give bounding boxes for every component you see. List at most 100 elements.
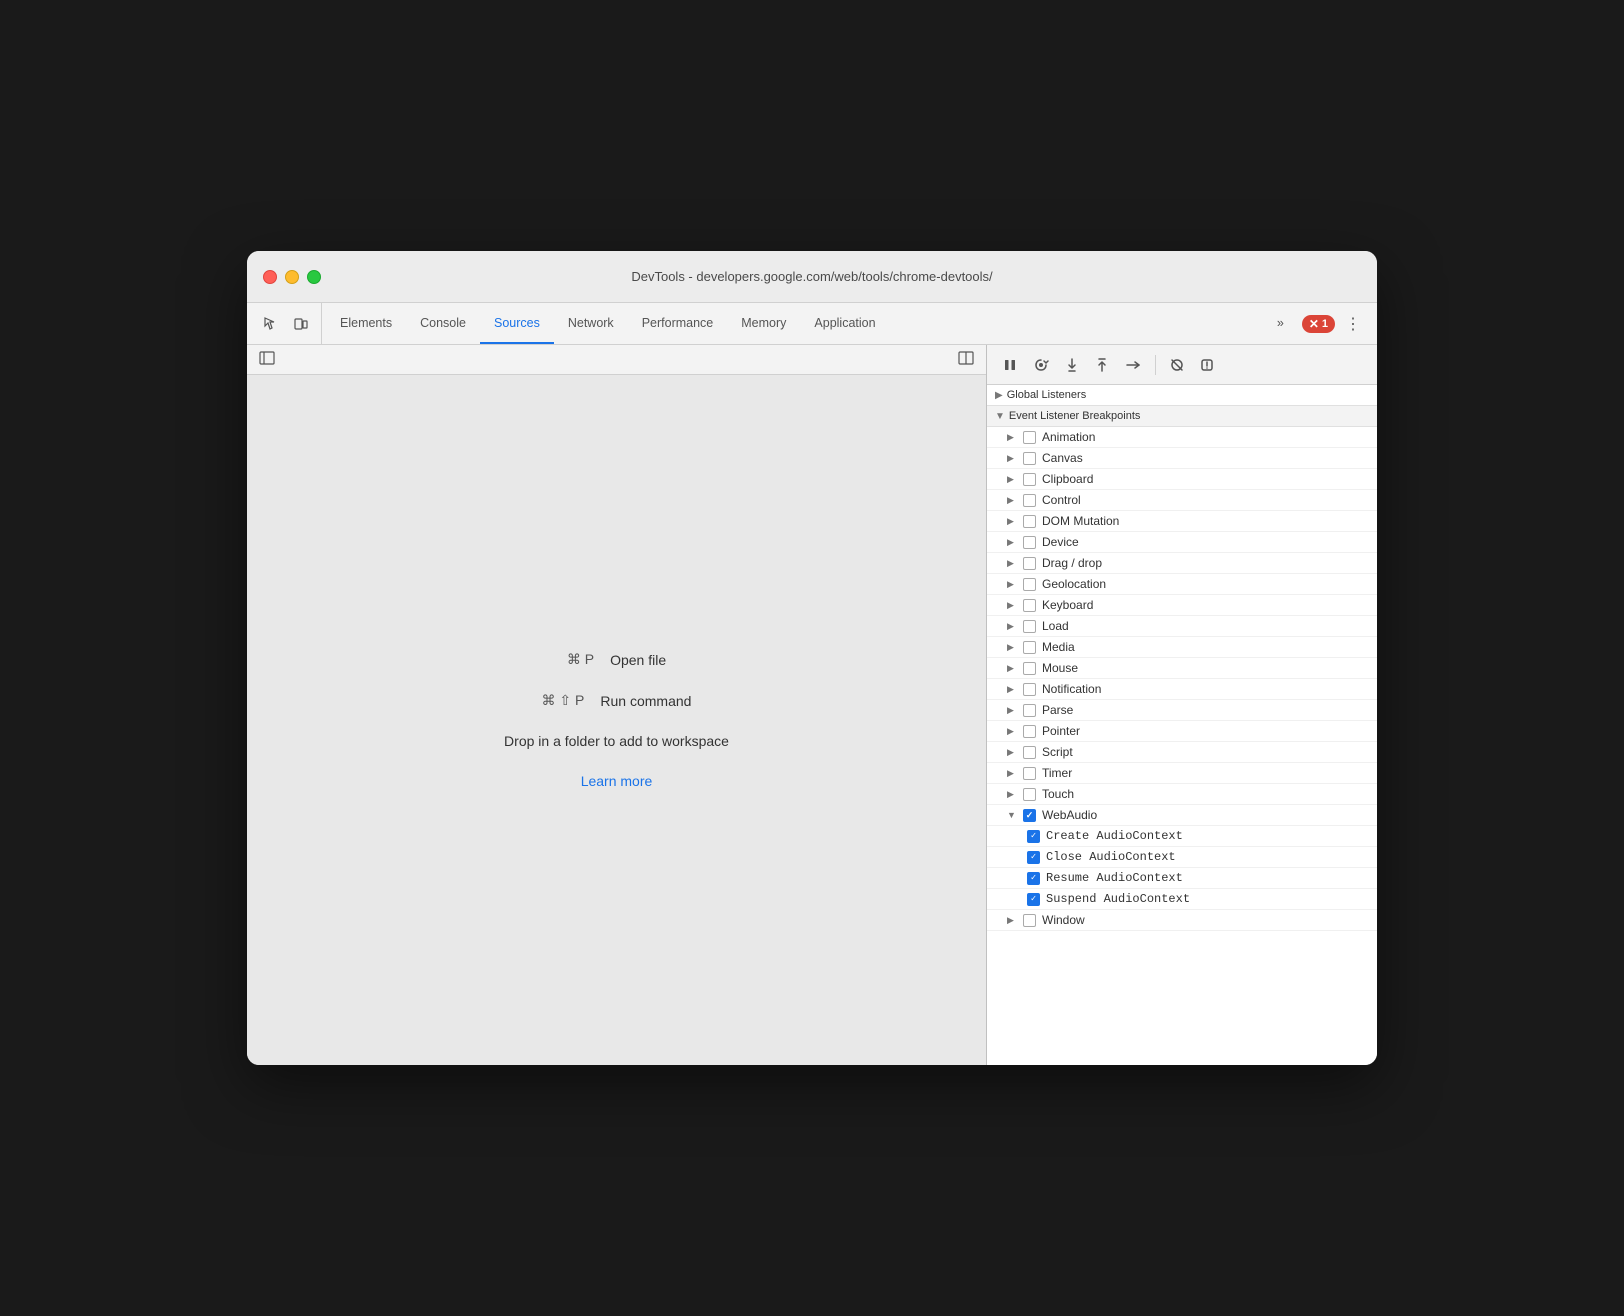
bp-touch-label: Touch — [1042, 787, 1074, 801]
bp-resume-audiocontext[interactable]: Resume AudioContext — [987, 868, 1377, 889]
pause-on-exceptions-button[interactable] — [1194, 354, 1220, 376]
step-button[interactable] — [1119, 354, 1147, 376]
bp-suspend-audiocontext[interactable]: Suspend AudioContext — [987, 889, 1377, 910]
bp-keyboard[interactable]: ▶ Keyboard — [987, 595, 1377, 616]
bp-media[interactable]: ▶ Media — [987, 637, 1377, 658]
step-over-button[interactable] — [1027, 353, 1055, 377]
learn-more-link[interactable]: Learn more — [581, 773, 653, 789]
bp-create-audiocontext[interactable]: Create AudioContext — [987, 826, 1377, 847]
bp-keyboard-checkbox[interactable] — [1023, 599, 1036, 612]
global-listeners-section[interactable]: ▶ Global Listeners — [987, 385, 1377, 406]
bp-canvas-checkbox[interactable] — [1023, 452, 1036, 465]
traffic-lights — [263, 270, 321, 284]
bp-webaudio[interactable]: ▼ WebAudio — [987, 805, 1377, 826]
step-out-button[interactable] — [1089, 354, 1115, 376]
devtools-menu-button[interactable]: ⋮ — [1339, 310, 1367, 338]
more-tabs-button[interactable]: » — [1263, 316, 1298, 332]
bp-control[interactable]: ▶ Control — [987, 490, 1377, 511]
bp-clipboard[interactable]: ▶ Clipboard — [987, 469, 1377, 490]
tab-network[interactable]: Network — [554, 303, 628, 344]
bp-notification-checkbox[interactable] — [1023, 683, 1036, 696]
minimize-button[interactable] — [285, 270, 299, 284]
bp-drag-drop[interactable]: ▶ Drag / drop — [987, 553, 1377, 574]
bp-mouse[interactable]: ▶ Mouse — [987, 658, 1377, 679]
workspace-drop-text: Drop in a folder to add to workspace — [504, 733, 729, 749]
bp-timer-checkbox[interactable] — [1023, 767, 1036, 780]
sources-panel: ⌘ P Open file ⌘ ⇧ P Run command Drop in … — [247, 345, 987, 1065]
bp-touch[interactable]: ▶ Touch — [987, 784, 1377, 805]
bp-dom-mutation-checkbox[interactable] — [1023, 515, 1036, 528]
bp-close-audiocontext-label: Close AudioContext — [1046, 850, 1176, 864]
bp-canvas-label: Canvas — [1042, 451, 1083, 465]
bp-resume-audiocontext-checkbox[interactable] — [1027, 872, 1040, 885]
bp-canvas[interactable]: ▶ Canvas — [987, 448, 1377, 469]
debug-divider — [1155, 355, 1156, 375]
window-title: DevTools - developers.google.com/web/too… — [631, 269, 992, 284]
global-listeners-arrow: ▶ — [995, 390, 1003, 401]
global-listeners-label: Global Listeners — [1007, 389, 1087, 401]
toggle-sidebar-button[interactable] — [255, 349, 279, 370]
device-toolbar-button[interactable] — [289, 312, 313, 336]
bp-close-audiocontext-checkbox[interactable] — [1027, 851, 1040, 864]
bp-window-label: Window — [1042, 913, 1085, 927]
bp-touch-checkbox[interactable] — [1023, 788, 1036, 801]
bp-script-label: Script — [1042, 745, 1073, 759]
tab-performance[interactable]: Performance — [628, 303, 728, 344]
bp-webaudio-checkbox[interactable] — [1023, 809, 1036, 822]
bp-parse[interactable]: ▶ Parse — [987, 700, 1377, 721]
bp-dom-mutation[interactable]: ▶ DOM Mutation — [987, 511, 1377, 532]
bp-suspend-audiocontext-label: Suspend AudioContext — [1046, 892, 1190, 906]
tab-memory[interactable]: Memory — [727, 303, 800, 344]
bp-create-audiocontext-checkbox[interactable] — [1027, 830, 1040, 843]
event-listener-label: Event Listener Breakpoints — [1009, 410, 1140, 422]
split-editor-button[interactable] — [954, 349, 978, 370]
debugger-panel: ▶ Global Listeners ▼ Event Listener Brea… — [987, 345, 1377, 1065]
step-into-button[interactable] — [1059, 354, 1085, 376]
bp-mouse-label: Mouse — [1042, 661, 1078, 675]
bp-script-checkbox[interactable] — [1023, 746, 1036, 759]
bp-timer[interactable]: ▶ Timer — [987, 763, 1377, 784]
bp-geolocation-label: Geolocation — [1042, 577, 1106, 591]
bp-parse-checkbox[interactable] — [1023, 704, 1036, 717]
tab-sources[interactable]: Sources — [480, 303, 554, 344]
titlebar: DevTools - developers.google.com/web/too… — [247, 251, 1377, 303]
bp-animation[interactable]: ▶ Animation — [987, 427, 1377, 448]
bp-media-checkbox[interactable] — [1023, 641, 1036, 654]
bp-suspend-audiocontext-checkbox[interactable] — [1027, 893, 1040, 906]
close-button[interactable] — [263, 270, 277, 284]
bp-window[interactable]: ▶ Window — [987, 910, 1377, 931]
inspect-element-button[interactable] — [259, 312, 283, 336]
bp-control-label: Control — [1042, 493, 1081, 507]
bp-load[interactable]: ▶ Load — [987, 616, 1377, 637]
event-listener-breakpoints-section[interactable]: ▼ Event Listener Breakpoints — [987, 406, 1377, 427]
bp-geolocation[interactable]: ▶ Geolocation — [987, 574, 1377, 595]
bp-pointer-checkbox[interactable] — [1023, 725, 1036, 738]
bp-animation-checkbox[interactable] — [1023, 431, 1036, 444]
bp-media-label: Media — [1042, 640, 1075, 654]
bp-clipboard-label: Clipboard — [1042, 472, 1093, 486]
bp-geolocation-checkbox[interactable] — [1023, 578, 1036, 591]
bp-notification-label: Notification — [1042, 682, 1101, 696]
bp-close-audiocontext[interactable]: Close AudioContext — [987, 847, 1377, 868]
bp-window-checkbox[interactable] — [1023, 914, 1036, 927]
pause-resume-button[interactable] — [997, 354, 1023, 376]
bp-clipboard-checkbox[interactable] — [1023, 473, 1036, 486]
error-badge[interactable]: ✕ 1 — [1302, 315, 1335, 333]
bp-mouse-checkbox[interactable] — [1023, 662, 1036, 675]
bp-notification[interactable]: ▶ Notification — [987, 679, 1377, 700]
bp-load-checkbox[interactable] — [1023, 620, 1036, 633]
bp-pointer[interactable]: ▶ Pointer — [987, 721, 1377, 742]
devtools-window: DevTools - developers.google.com/web/too… — [247, 251, 1377, 1065]
bp-control-checkbox[interactable] — [1023, 494, 1036, 507]
bp-device[interactable]: ▶ Device — [987, 532, 1377, 553]
tab-application[interactable]: Application — [800, 303, 889, 344]
tab-console[interactable]: Console — [406, 303, 480, 344]
maximize-button[interactable] — [307, 270, 321, 284]
bp-animation-label: Animation — [1042, 430, 1095, 444]
tab-elements[interactable]: Elements — [326, 303, 406, 344]
bp-drag-drop-checkbox[interactable] — [1023, 557, 1036, 570]
bp-script[interactable]: ▶ Script — [987, 742, 1377, 763]
bp-load-label: Load — [1042, 619, 1069, 633]
deactivate-breakpoints-button[interactable] — [1164, 354, 1190, 376]
bp-device-checkbox[interactable] — [1023, 536, 1036, 549]
